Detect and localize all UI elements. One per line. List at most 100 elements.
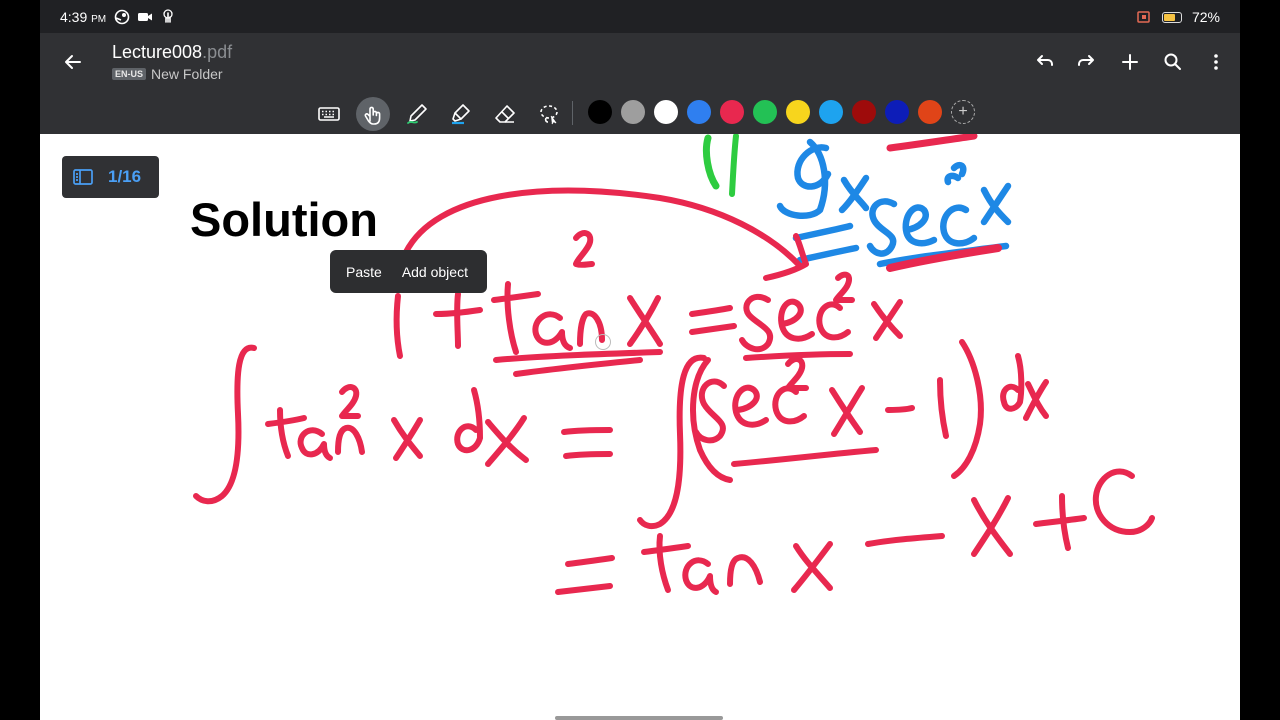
ink-stroke (731, 447, 879, 467)
battery-fill (1163, 13, 1175, 21)
ink-stroke (980, 182, 1012, 226)
ink-stroke (816, 301, 851, 341)
steam-icon (114, 9, 130, 25)
ink-stroke (682, 557, 719, 595)
back-button[interactable] (60, 49, 86, 75)
redo-icon (1077, 54, 1094, 66)
screen-record-icon (1137, 11, 1150, 23)
paste-menu-item[interactable]: Paste (346, 264, 382, 280)
eraser-icon (495, 105, 515, 123)
ink-stroke (1023, 379, 1049, 421)
ink-stroke (265, 407, 307, 459)
ink-stroke (866, 198, 898, 257)
highlighter-tool[interactable] (444, 97, 478, 131)
keyboard-tool[interactable] (312, 97, 346, 131)
touch-icon (364, 106, 381, 125)
more-options-button[interactable] (1203, 49, 1228, 74)
status-right: 72% (1136, 9, 1220, 25)
ink-stroke (778, 298, 815, 342)
ink-stroke (491, 281, 541, 355)
ink-stroke (693, 378, 727, 444)
ink-stroke (1000, 353, 1025, 412)
ink-stroke (886, 134, 978, 152)
ink-stroke (937, 377, 949, 439)
context-menu: Paste Add object (330, 250, 487, 293)
add-button[interactable] (1117, 49, 1142, 74)
pen-tool[interactable] (400, 97, 434, 131)
toolbar-separator (572, 101, 573, 125)
undo-button[interactable] (1031, 49, 1056, 74)
ink-stroke (838, 174, 870, 214)
status-bar: 4:39 PM 72% (40, 0, 1240, 33)
ink-stroke (391, 417, 423, 461)
document-title[interactable]: Lecture008.pdf (112, 42, 232, 63)
eraser-tool[interactable] (488, 97, 522, 131)
redo-button[interactable] (1074, 49, 1099, 74)
color-swatch-2[interactable] (621, 100, 645, 124)
color-swatch-7[interactable] (786, 100, 810, 124)
plus-icon: + (958, 103, 968, 120)
color-swatch-6[interactable] (753, 100, 777, 124)
color-swatch-4[interactable] (687, 100, 711, 124)
color-swatch-9[interactable] (852, 100, 876, 124)
color-swatch-10[interactable] (885, 100, 909, 124)
undo-icon (1036, 54, 1053, 66)
color-swatch-3[interactable] (654, 100, 678, 124)
color-swatch-1[interactable] (588, 100, 612, 124)
ink-stroke (739, 293, 773, 353)
ink-stroke (729, 134, 739, 197)
notification-icons (114, 9, 176, 25)
ink-stroke (335, 424, 365, 455)
ink-stroke (297, 427, 333, 461)
battery-text: 72% (1191, 9, 1220, 25)
keyboard-icon (318, 107, 340, 121)
search-icon (1164, 53, 1181, 70)
title-name: Lecture008 (112, 42, 203, 62)
ink-stroke (951, 339, 984, 479)
app-bar: Lecture008.pdf EN-US New Folder (40, 33, 1240, 91)
color-palette: + (588, 100, 975, 124)
gesture-home-bar[interactable] (555, 716, 723, 720)
touch-cursor (595, 334, 611, 350)
ink-stroke (833, 271, 855, 303)
ink-stroke (829, 385, 865, 437)
pen-icon (407, 104, 427, 124)
ink-stroke (555, 555, 615, 595)
ink-stroke (433, 291, 483, 349)
ink-stroke (772, 385, 807, 425)
title-extension: .pdf (202, 42, 233, 62)
search-button[interactable] (1160, 49, 1185, 74)
status-time: 4:39 PM (60, 9, 106, 25)
lasso-tool[interactable] (532, 97, 566, 131)
pen-toolbar: + (40, 91, 1240, 134)
ampm-text: PM (91, 14, 107, 25)
ink-stroke (193, 344, 257, 505)
ink-stroke (393, 293, 403, 359)
ink-stroke (573, 230, 595, 268)
document-location: EN-US New Folder (112, 66, 232, 82)
touch-gesture-icon (163, 9, 173, 23)
tablet-screen: 4:39 PM 72% Lecture008.pdf EN-US New Fol… (40, 0, 1240, 720)
ink-stroke (871, 299, 903, 341)
document-title-block: Lecture008.pdf EN-US New Folder (112, 42, 232, 82)
color-swatch-11[interactable] (918, 100, 942, 124)
ink-stroke (339, 384, 361, 419)
touch-tool[interactable] (356, 97, 390, 131)
color-swatch-8[interactable] (819, 100, 843, 124)
add-color-button[interactable]: + (951, 100, 975, 124)
ink-stroke (1092, 468, 1155, 535)
ink-stroke (727, 554, 763, 587)
tool-group (312, 97, 566, 131)
video-icon (138, 13, 152, 21)
pdf-page[interactable]: 1/16 Solution Paste Add object (40, 134, 1240, 720)
language-badge: EN-US (112, 68, 147, 80)
color-swatch-5[interactable] (720, 100, 744, 124)
handwriting-ink-layer (193, 134, 1155, 595)
add-object-menu-item[interactable]: Add object (402, 264, 468, 280)
lasso-icon (540, 105, 558, 125)
ink-stroke (944, 161, 967, 186)
ink-stroke (641, 533, 691, 593)
battery-icon (1161, 11, 1182, 23)
ink-stroke (561, 427, 613, 459)
folder-name: New Folder (151, 66, 223, 82)
